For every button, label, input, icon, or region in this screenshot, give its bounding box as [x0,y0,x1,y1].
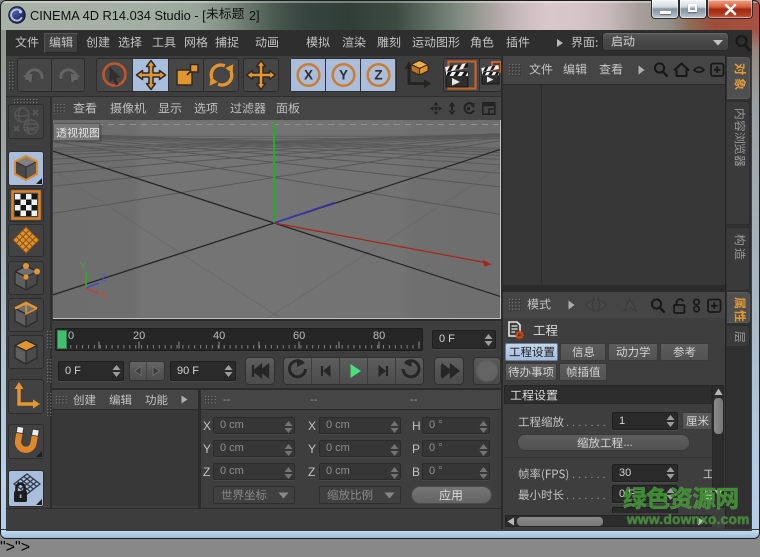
svg-text:Y: Y [80,261,86,271]
svg-text:X: X [100,290,106,300]
svg-text:Z: Z [101,273,107,283]
svg-text:Z: Z [374,68,382,83]
svg-text:X: X [304,68,313,83]
svg-text:Y: Y [339,68,348,83]
